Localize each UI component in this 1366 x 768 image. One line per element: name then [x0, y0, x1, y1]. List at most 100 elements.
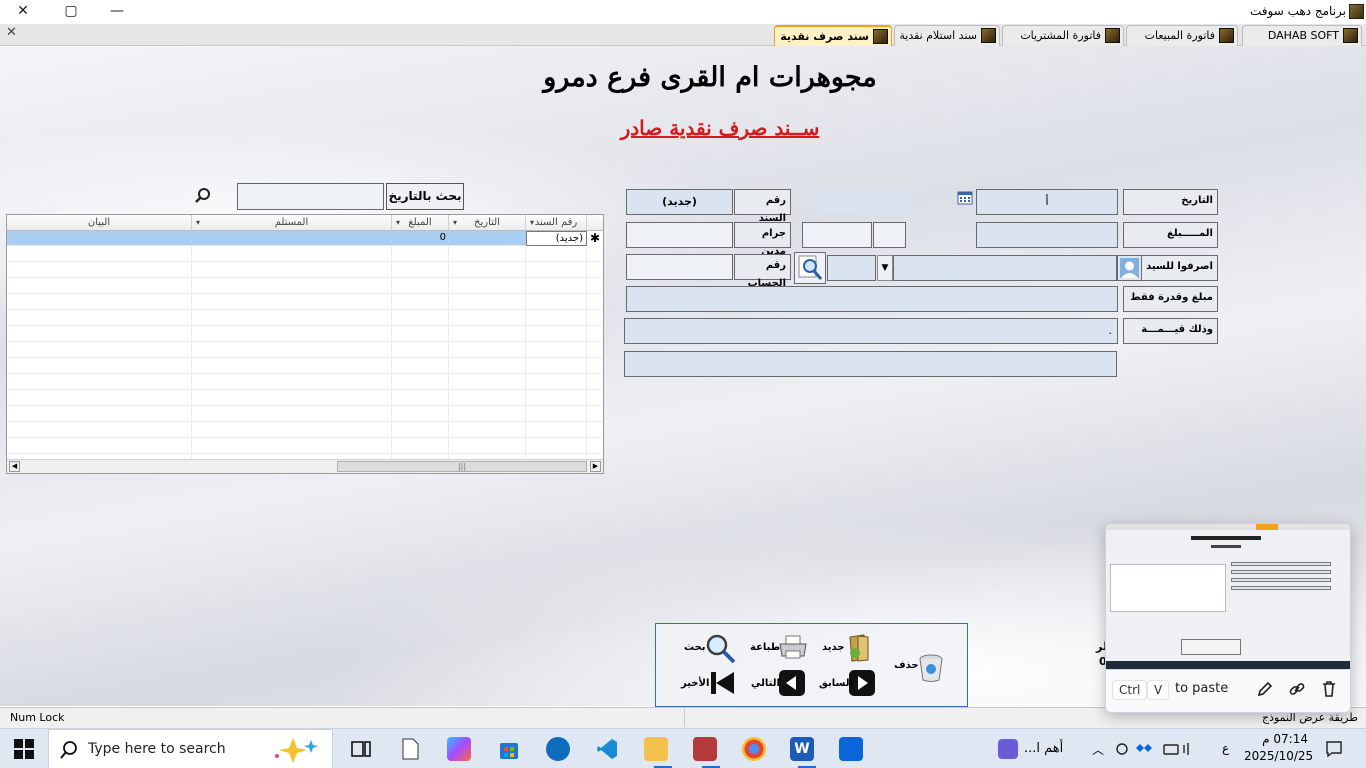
last-button[interactable]: الأخير	[681, 678, 709, 689]
clock-date[interactable]: 2025/10/25	[1244, 749, 1313, 763]
ctrl-key: Ctrl	[1112, 680, 1148, 700]
maximize-window-button[interactable]: ▢	[48, 0, 94, 24]
pay-to-dropdown-button[interactable]: ▼	[877, 255, 893, 281]
table-row	[7, 247, 603, 262]
tab-label: سند صرف نقدية	[780, 30, 869, 43]
clipboard-screenshot-thumbnail[interactable]	[1106, 524, 1350, 670]
voucher-number-field: (جديد)	[626, 189, 733, 215]
column-header-statement[interactable]: البيان	[7, 215, 192, 231]
cell-date[interactable]	[449, 231, 526, 246]
access-icon[interactable]	[693, 737, 717, 761]
date-field[interactable]: أ	[976, 189, 1118, 215]
sort-arrow-icon: ▾	[396, 218, 401, 227]
account-search-button[interactable]	[794, 252, 826, 284]
next-button[interactable]: التالي	[751, 678, 780, 689]
search-icon[interactable]	[194, 187, 212, 205]
notification-icon[interactable]	[1324, 739, 1344, 759]
previous-button[interactable]: السابق	[819, 678, 853, 689]
table-row	[7, 343, 603, 358]
grams-field[interactable]	[802, 222, 872, 248]
search-date-input[interactable]	[237, 183, 384, 210]
copilot-sparkle-icon	[267, 736, 323, 764]
next-icon[interactable]	[778, 669, 806, 697]
trash-icon[interactable]	[1320, 680, 1338, 698]
tab-dahab-soft[interactable]: DAHAB SOFT	[1242, 25, 1362, 46]
tab-cash-receipt[interactable]: سند استلام نقدية	[894, 25, 1000, 46]
copilot-app-icon[interactable]	[447, 737, 471, 761]
notepad-icon[interactable]	[398, 737, 422, 761]
scroll-left-icon[interactable]: ◀	[9, 461, 20, 472]
value-of-field[interactable]: .	[624, 318, 1118, 344]
minimize-window-button[interactable]: —	[94, 0, 140, 24]
account-number-field[interactable]	[626, 254, 733, 280]
outlook-icon[interactable]	[546, 737, 570, 761]
tab-label: سند استلام نقدية	[899, 29, 977, 42]
tab-sales-invoice[interactable]: فاتورة المبيعات	[1126, 25, 1238, 46]
taskbar-search-box[interactable]: Type here to search	[48, 729, 333, 768]
input-language[interactable]: ع	[1222, 741, 1229, 755]
gold-bars-icon	[1343, 28, 1358, 43]
tab-purchase-invoice[interactable]: فاتورة المشتريات	[1002, 25, 1124, 46]
window-title: برنامج دهب سوفت	[1250, 4, 1346, 18]
row-header-corner	[587, 215, 603, 231]
column-header-label: رقم السند	[534, 217, 578, 228]
cell-receiver[interactable]	[192, 231, 392, 246]
tab-label: فاتورة المبيعات	[1144, 29, 1215, 42]
sort-arrow-icon: ▾	[453, 218, 458, 227]
printer-icon[interactable]	[778, 634, 808, 660]
news-widget-text[interactable]: أهم ا...	[1024, 741, 1063, 756]
calendar-icon[interactable]	[957, 191, 973, 205]
chevron-up-icon[interactable]: ︿	[1092, 741, 1104, 758]
cell-statement[interactable]	[7, 231, 192, 246]
dropbox-icon[interactable]	[839, 737, 863, 761]
vouchers-grid[interactable]: البيان ▾ المستلم ▾ المبلغ ▾ التاريخ ▾ رق…	[6, 214, 604, 474]
recycle-bin-icon[interactable]	[914, 650, 948, 684]
gold-bars-icon	[1105, 28, 1120, 43]
column-header-voucher-number[interactable]: ▾ رقم السند	[526, 215, 587, 231]
pencil-icon[interactable]	[1256, 680, 1274, 698]
file-explorer-icon[interactable]	[644, 737, 668, 761]
chrome-icon[interactable]	[742, 737, 766, 761]
account-code-field[interactable]	[827, 255, 876, 281]
clock-time[interactable]: 07:14 م	[1248, 732, 1308, 746]
scrollbar-thumb[interactable]: |||	[337, 461, 587, 472]
last-record-icon[interactable]	[708, 669, 738, 697]
column-header-label: المبلغ	[408, 217, 432, 228]
scroll-right-icon[interactable]: ▶	[590, 461, 601, 472]
cell-amount[interactable]: 0	[392, 231, 449, 246]
table-row-new[interactable]: (جديد) 0 ✱	[7, 231, 603, 246]
tab-label: فاتورة المشتريات	[1020, 29, 1101, 42]
new-button[interactable]: جديد	[822, 642, 845, 653]
search-magnifier-icon[interactable]	[704, 632, 736, 664]
news-widget-icon[interactable]	[998, 739, 1018, 759]
pay-to-combo[interactable]	[893, 255, 1117, 281]
status-divider	[684, 709, 685, 727]
grams-small-field[interactable]	[873, 222, 906, 248]
column-header-date[interactable]: ▾ التاريخ	[449, 215, 526, 231]
store-icon[interactable]	[497, 737, 521, 761]
close-tab-button[interactable]: ✕	[6, 25, 17, 40]
close-window-button[interactable]: ✕	[0, 0, 46, 24]
column-header-receiver[interactable]: ▾ المستلم	[192, 215, 392, 231]
amount-in-words-field[interactable]	[626, 286, 1118, 312]
search-button[interactable]: بحث	[684, 642, 706, 653]
delete-button[interactable]: حذف	[894, 660, 919, 671]
notes-field[interactable]	[624, 351, 1117, 377]
windows-start-icon[interactable]	[14, 739, 34, 759]
word-icon[interactable]: W	[790, 737, 814, 761]
tray-icons[interactable]	[1114, 741, 1194, 757]
print-button[interactable]: طباعة	[750, 642, 780, 653]
tab-cash-payment[interactable]: سند صرف نقدية	[774, 25, 892, 46]
column-header-amount[interactable]: ▾ المبلغ	[392, 215, 449, 231]
new-document-icon[interactable]	[844, 633, 872, 663]
search-by-date-button[interactable]: بحث بالتاريخ	[386, 183, 464, 210]
grams-debit-field[interactable]	[626, 222, 733, 248]
cell-voucher-number[interactable]: (جديد)	[526, 231, 587, 246]
person-icon-button[interactable]	[1117, 255, 1142, 281]
link-icon[interactable]	[1288, 680, 1306, 698]
vscode-icon[interactable]	[595, 737, 619, 761]
amount-field[interactable]	[976, 222, 1118, 248]
horizontal-scrollbar[interactable]: ◀ ||| ▶	[7, 459, 603, 473]
clipboard-history-popup[interactable]: Ctrl V to paste	[1105, 523, 1351, 713]
task-view-icon[interactable]	[349, 737, 373, 761]
